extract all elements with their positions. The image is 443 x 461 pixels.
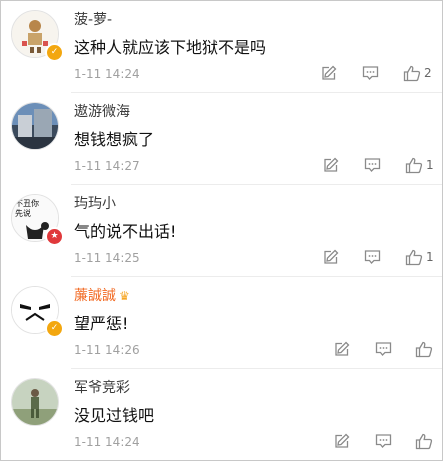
edit-share-icon bbox=[322, 65, 337, 80]
comment-icon bbox=[364, 250, 381, 264]
comment-username[interactable]: 菠-萝- bbox=[74, 9, 112, 29]
building-photo-icon bbox=[12, 103, 58, 149]
edit-share-icon bbox=[335, 341, 350, 356]
thumbs-up-icon bbox=[405, 249, 423, 265]
reply-button[interactable] bbox=[375, 431, 392, 451]
like-button[interactable]: 2 bbox=[403, 63, 432, 83]
verified-badge-icon: ★ bbox=[45, 227, 64, 246]
reply-button[interactable] bbox=[364, 155, 381, 175]
comment-username[interactable]: 玙玙小 bbox=[74, 193, 116, 213]
like-count: 1 bbox=[426, 250, 434, 264]
share-button[interactable] bbox=[323, 247, 339, 267]
share-button[interactable] bbox=[334, 431, 350, 451]
comment-text: 这种人就应该下地狱不是吗 bbox=[74, 38, 267, 57]
comment-text: 没见过钱吧 bbox=[74, 406, 155, 425]
comment-text: 气的说不出话! bbox=[74, 222, 177, 241]
share-button[interactable] bbox=[323, 155, 339, 175]
like-button[interactable] bbox=[415, 339, 436, 359]
comment-item: 遨游微海 想钱想疯了 1-11 14:27 1 bbox=[1, 93, 442, 185]
comment-time: 1-11 14:24 bbox=[74, 435, 140, 449]
verified-badge-icon: ✓ bbox=[45, 43, 64, 62]
comment-username[interactable]: 军爷竞彩 bbox=[74, 377, 130, 397]
comment-username[interactable]: 遨游微海 bbox=[74, 101, 130, 121]
soldier-photo-icon bbox=[12, 379, 58, 425]
like-button[interactable]: 1 bbox=[405, 155, 434, 175]
avatar-caption: 不丑你 先说 bbox=[15, 199, 39, 218]
like-count: 1 bbox=[426, 158, 434, 172]
comment-time: 1-11 14:25 bbox=[74, 251, 140, 265]
comment-text: 望严惩! bbox=[74, 314, 129, 333]
comment-item: 军爷竞彩 没见过钱吧 1-11 14:24 bbox=[1, 369, 442, 460]
username-label: 薕誠誠 bbox=[74, 288, 116, 304]
like-button[interactable] bbox=[415, 431, 436, 451]
like-button[interactable]: 1 bbox=[405, 247, 434, 267]
comment-icon bbox=[362, 66, 379, 80]
comment-item: ✓ 薕誠誠 ♛ 望严惩! 1-11 14:26 bbox=[1, 277, 442, 369]
comment-time: 1-11 14:24 bbox=[74, 67, 140, 81]
reply-button[interactable] bbox=[362, 63, 379, 83]
edit-share-icon bbox=[324, 157, 339, 172]
crown-icon: ♛ bbox=[119, 289, 130, 303]
comment-time: 1-11 14:26 bbox=[74, 343, 140, 357]
verified-badge-icon: ✓ bbox=[45, 319, 64, 338]
thumbs-up-icon bbox=[415, 433, 433, 449]
thumbs-up-icon bbox=[405, 157, 423, 173]
like-count: 2 bbox=[424, 66, 432, 80]
comment-icon bbox=[375, 342, 392, 356]
soldier-photo-avatar[interactable] bbox=[11, 378, 59, 426]
share-button[interactable] bbox=[334, 339, 350, 359]
comment-username[interactable]: 薕誠誠 ♛ bbox=[74, 285, 130, 305]
reply-button[interactable] bbox=[375, 339, 392, 359]
comment-item: 不丑你 先说 ★ 玙玙小 气的说不出话! 1-11 14:25 1 bbox=[1, 185, 442, 277]
comment-time: 1-11 14:27 bbox=[74, 159, 140, 173]
comment-icon bbox=[364, 158, 381, 172]
reply-button[interactable] bbox=[364, 247, 381, 267]
comment-text: 想钱想疯了 bbox=[74, 130, 155, 149]
share-button[interactable] bbox=[321, 63, 337, 83]
edit-share-icon bbox=[335, 433, 350, 448]
thumbs-up-icon bbox=[403, 65, 421, 81]
building-photo-avatar[interactable] bbox=[11, 102, 59, 150]
comment-icon bbox=[375, 434, 392, 448]
comment-item: ✓ 菠-萝- 这种人就应该下地狱不是吗 1-11 14:24 2 bbox=[1, 1, 442, 93]
thumbs-up-icon bbox=[415, 341, 433, 357]
comment-list: ✓ 菠-萝- 这种人就应该下地狱不是吗 1-11 14:24 2 遨游微海 想钱… bbox=[0, 0, 443, 461]
edit-share-icon bbox=[324, 249, 339, 264]
